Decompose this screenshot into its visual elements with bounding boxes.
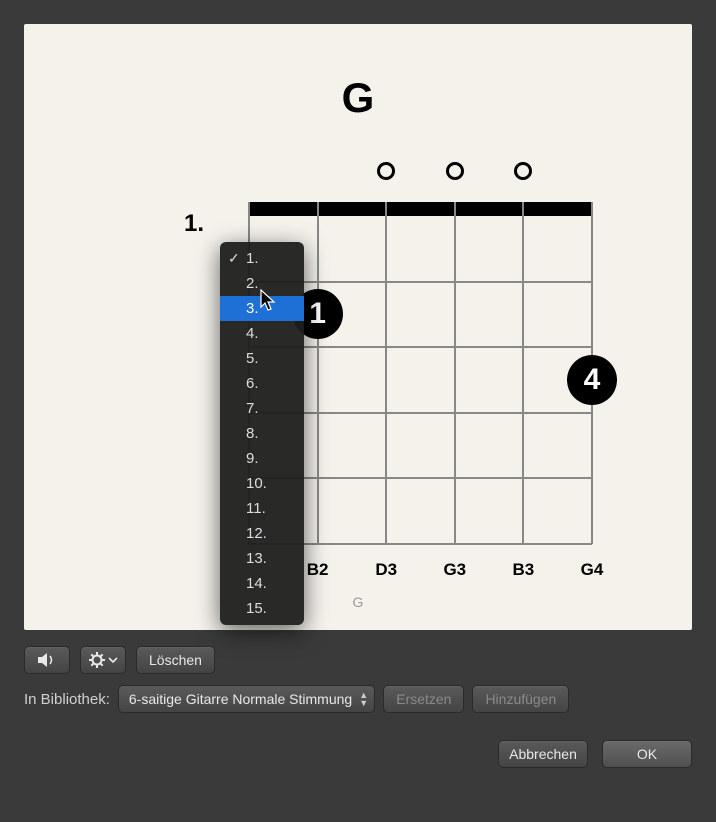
open-string-marker[interactable] <box>377 162 395 180</box>
fret-position-label[interactable]: 1. <box>184 210 204 238</box>
fret-menu-item-label: 7. <box>246 400 259 417</box>
fret-menu-item[interactable]: 3. <box>220 296 304 321</box>
cancel-button[interactable]: Abbrechen <box>498 740 588 768</box>
fret-menu-item-label: 4. <box>246 325 259 342</box>
fret-menu-item-label: 9. <box>246 450 259 467</box>
string-tuning-label: D3 <box>375 560 397 580</box>
library-select[interactable]: 6-saitige Gitarre Normale Stimmung ▲▼ <box>118 685 375 713</box>
fret-menu-item-label: 5. <box>246 350 259 367</box>
library-row: In Bibliothek: 6-saitige Gitarre Normale… <box>24 682 692 716</box>
string-tuning-label: G3 <box>443 560 466 580</box>
gear-icon <box>89 652 105 668</box>
open-string-marker[interactable] <box>446 162 464 180</box>
string-tuning-label: B2 <box>307 560 329 580</box>
fret-menu-item-label: 10. <box>246 475 267 492</box>
play-sound-button[interactable] <box>24 646 70 674</box>
open-string-markers <box>24 162 692 182</box>
fret-menu-item[interactable]: ✓ 1. <box>220 246 304 271</box>
ok-button[interactable]: OK <box>602 740 692 768</box>
fret-menu-item-label: 11. <box>246 500 266 517</box>
open-string-marker[interactable] <box>514 162 532 180</box>
editor-toolbar: Löschen <box>24 642 692 678</box>
fret-menu-item[interactable]: 11. <box>220 496 304 521</box>
string-line <box>317 202 319 544</box>
fret-menu-item[interactable]: 5. <box>220 346 304 371</box>
string-line <box>522 202 524 544</box>
delete-button[interactable]: Löschen <box>136 646 215 674</box>
fret-menu-item[interactable]: 8. <box>220 421 304 446</box>
fret-menu-item-label: 3. <box>246 300 259 317</box>
nut <box>249 202 592 216</box>
fret-menu-item-label: 15. <box>246 600 267 617</box>
finger-dot[interactable]: 4 <box>567 355 617 405</box>
fret-menu-item[interactable]: 7. <box>220 396 304 421</box>
fret-menu-item[interactable]: 12. <box>220 521 304 546</box>
fret-menu-item[interactable]: 14. <box>220 571 304 596</box>
fret-menu-item-label: 8. <box>246 425 259 442</box>
library-select-value: 6-saitige Gitarre Normale Stimmung <box>129 691 352 707</box>
chord-name: G <box>24 74 692 122</box>
chevron-down-icon <box>108 656 118 664</box>
string-tuning-label: B3 <box>513 560 535 580</box>
fret-menu-item[interactable]: 6. <box>220 371 304 396</box>
fret-menu-item-label: 12. <box>246 525 267 542</box>
string-tunings: B2 D3 G3 B3 G4 <box>24 560 692 584</box>
chord-editor-panel: G 1. 14 B2D3G3B3G4 G ✓1.2.3.4.5.6.7.8.9.… <box>24 24 692 630</box>
fret-menu-item[interactable]: 15. <box>220 596 304 621</box>
fret-menu-item-label: 1. <box>246 250 259 267</box>
fret-menu-item[interactable]: 4. <box>220 321 304 346</box>
fret-position-menu[interactable]: ✓ 1. 2. 3. 4. 5. 6. 7. 8. 9. 10. 11. 12. 13. 14. 15. <box>220 242 304 625</box>
library-label: In Bibliothek: <box>24 691 110 708</box>
string-line <box>454 202 456 544</box>
fret-menu-item[interactable]: 2. <box>220 271 304 296</box>
action-menu-button[interactable] <box>80 646 126 674</box>
string-line <box>385 202 387 544</box>
fret-menu-item-label: 14. <box>246 575 267 592</box>
string-tuning-label: G4 <box>581 560 604 580</box>
fret-menu-item-label: 6. <box>246 375 259 392</box>
fret-menu-item-label: 2. <box>246 275 259 292</box>
replace-button[interactable]: Ersetzen <box>383 685 464 713</box>
fret-menu-item[interactable]: 13. <box>220 546 304 571</box>
dialog-buttons: Abbrechen OK <box>498 740 692 768</box>
speaker-icon <box>37 652 57 668</box>
updown-icon: ▲▼ <box>359 691 368 707</box>
check-icon: ✓ <box>228 246 240 271</box>
fret-menu-item[interactable]: 10. <box>220 471 304 496</box>
fret-menu-item-label: 13. <box>246 550 267 567</box>
fret-menu-item[interactable]: 9. <box>220 446 304 471</box>
chord-sublabel: G <box>24 594 692 610</box>
add-button[interactable]: Hinzufügen <box>472 685 569 713</box>
